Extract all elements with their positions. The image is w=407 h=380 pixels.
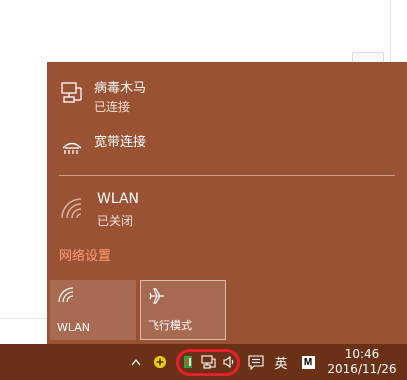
ime-mode-letter: M (301, 355, 315, 369)
ime-language-indicator[interactable]: 英 (271, 344, 291, 380)
network-name: WLAN (97, 191, 140, 207)
network-name: 病毒木马 (94, 81, 147, 96)
wlan-toggle-tile[interactable]: WLAN (50, 280, 136, 340)
network-settings-link[interactable]: 网络设置 (59, 245, 111, 264)
taskbar-clock[interactable]: 10:46 2016/11/26 (322, 347, 402, 377)
ethernet-icon (59, 80, 85, 106)
wifi-icon (59, 196, 85, 222)
network-item-wlan[interactable]: WLAN 已关闭 (47, 182, 407, 234)
network-status: 已关闭 (97, 214, 134, 228)
tile-label: 飞行模式 (148, 319, 192, 332)
tile-label: WLAN (57, 321, 91, 334)
taskbar: 英 M 10:46 2016/11/26 (0, 344, 407, 380)
ime-mode-indicator[interactable]: M (299, 344, 317, 380)
clock-time: 10:46 (344, 347, 380, 361)
add-app-icon[interactable] (150, 344, 170, 380)
clock-date: 2016/11/26 (327, 362, 397, 376)
dialup-icon (59, 134, 85, 160)
airplane-mode-tile[interactable]: 飞行模式 (140, 280, 226, 340)
highlight-ring (176, 349, 240, 376)
divider (59, 175, 395, 176)
show-hidden-icons-chevron-icon[interactable] (129, 344, 143, 380)
action-center-icon[interactable] (246, 344, 266, 380)
window-divider-horizontal (0, 318, 48, 319)
airplane-icon (148, 287, 166, 305)
network-flyout: 病毒木马 已连接 宽带连接 WLAN 已关闭 网络设置 WLAN 飞行模式 (47, 62, 407, 344)
network-name: 宽带连接 (94, 135, 147, 150)
network-item-ethernet[interactable]: 病毒木马 已连接 (47, 68, 407, 120)
network-item-broadband[interactable]: 宽带连接 (47, 122, 407, 174)
network-status: 已连接 (94, 100, 131, 114)
wifi-icon (57, 286, 75, 304)
